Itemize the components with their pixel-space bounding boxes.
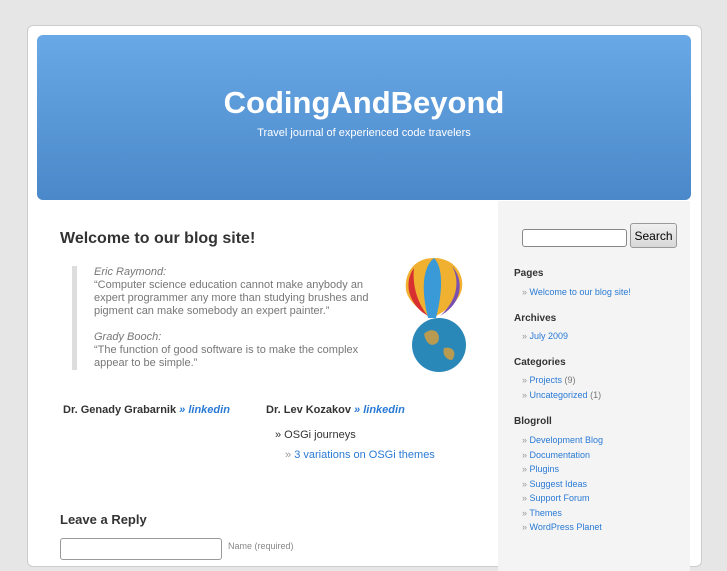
sidebar-item-blogroll[interactable]: » WordPress Planet	[522, 522, 602, 532]
name-label: Name (required)	[228, 541, 294, 551]
count: (9)	[564, 375, 576, 385]
name-input[interactable]	[60, 538, 222, 560]
link-label[interactable]: WordPress Planet	[530, 522, 602, 532]
sidebar-item-blogroll[interactable]: » Documentation	[522, 450, 590, 460]
count: (1)	[590, 390, 602, 400]
quote-text: “The function of good software is to mak…	[94, 344, 359, 369]
sidebar-item-archive[interactable]: » July 2009	[522, 331, 568, 341]
linkedin-link[interactable]: » linkedin	[179, 404, 230, 416]
sidebar-item-blogroll[interactable]: » Plugins	[522, 464, 559, 474]
sidebar-item-category[interactable]: » Uncategorized (1)	[522, 390, 601, 400]
link-label[interactable]: Suggest Ideas	[530, 479, 588, 489]
quote-text: “Computer science education cannot make …	[94, 279, 369, 317]
link-label[interactable]: July 2009	[530, 331, 569, 341]
list-subitem: » 3 variations on OSGi themes	[285, 449, 435, 461]
sidebar-item-blogroll[interactable]: » Suggest Ideas	[522, 479, 587, 489]
author-name: Dr. Lev Kozakov	[266, 404, 351, 416]
link-label[interactable]: Projects	[530, 375, 563, 385]
categories-heading: Categories	[514, 357, 566, 368]
balloon-globe-image	[405, 258, 466, 372]
link-label[interactable]: Welcome to our blog site!	[530, 287, 631, 297]
header: CodingAndBeyond Travel journal of experi…	[37, 35, 691, 200]
sidebar-item-blogroll[interactable]: » Support Forum	[522, 493, 590, 503]
search-button[interactable]: Search	[630, 223, 677, 248]
link-label[interactable]: Uncategorized	[530, 390, 588, 400]
blog-description: Travel journal of experienced code trave…	[257, 127, 471, 139]
link-label[interactable]: Themes	[529, 508, 562, 518]
sidebar-item-page[interactable]: » Welcome to our blog site!	[522, 287, 631, 297]
author-grabarnik: Dr. Genady Grabarnik » linkedin	[63, 404, 230, 416]
link-label[interactable]: Documentation	[530, 450, 591, 460]
blockquote: Eric Raymond: “Computer science educatio…	[72, 266, 394, 370]
author-kozakov: Dr. Lev Kozakov » linkedin	[266, 404, 405, 416]
post-title[interactable]: Welcome to our blog site!	[60, 230, 255, 248]
archives-heading: Archives	[514, 313, 557, 324]
blogroll-heading: Blogroll	[514, 416, 552, 427]
sidebar-item-blogroll[interactable]: » Development Blog	[522, 435, 603, 445]
sidebar-item-blogroll[interactable]: » Themes	[522, 508, 562, 518]
link-label[interactable]: Development Blog	[530, 435, 604, 445]
link-label[interactable]: Plugins	[530, 464, 560, 474]
page-container: CodingAndBeyond Travel journal of experi…	[27, 25, 702, 571]
search-input[interactable]	[522, 229, 627, 247]
author-name: Dr. Genady Grabarnik	[63, 404, 177, 416]
link-label[interactable]: Support Forum	[530, 493, 590, 503]
quote-author: Eric Raymond:	[94, 266, 167, 278]
list-item-osgi: » OSGi journeys	[275, 429, 356, 441]
sidebar-item-category[interactable]: » Projects (9)	[522, 375, 576, 385]
sidebar: Search Pages » Welcome to our blog site!…	[498, 201, 690, 571]
linkedin-link[interactable]: » linkedin	[354, 404, 405, 416]
blog-title[interactable]: CodingAndBeyond	[37, 85, 691, 121]
osgi-themes-link[interactable]: 3 variations on OSGi themes	[294, 449, 435, 461]
quote-author: Grady Booch:	[94, 331, 162, 343]
reply-title: Leave a Reply	[60, 512, 147, 527]
pages-heading: Pages	[514, 268, 544, 279]
